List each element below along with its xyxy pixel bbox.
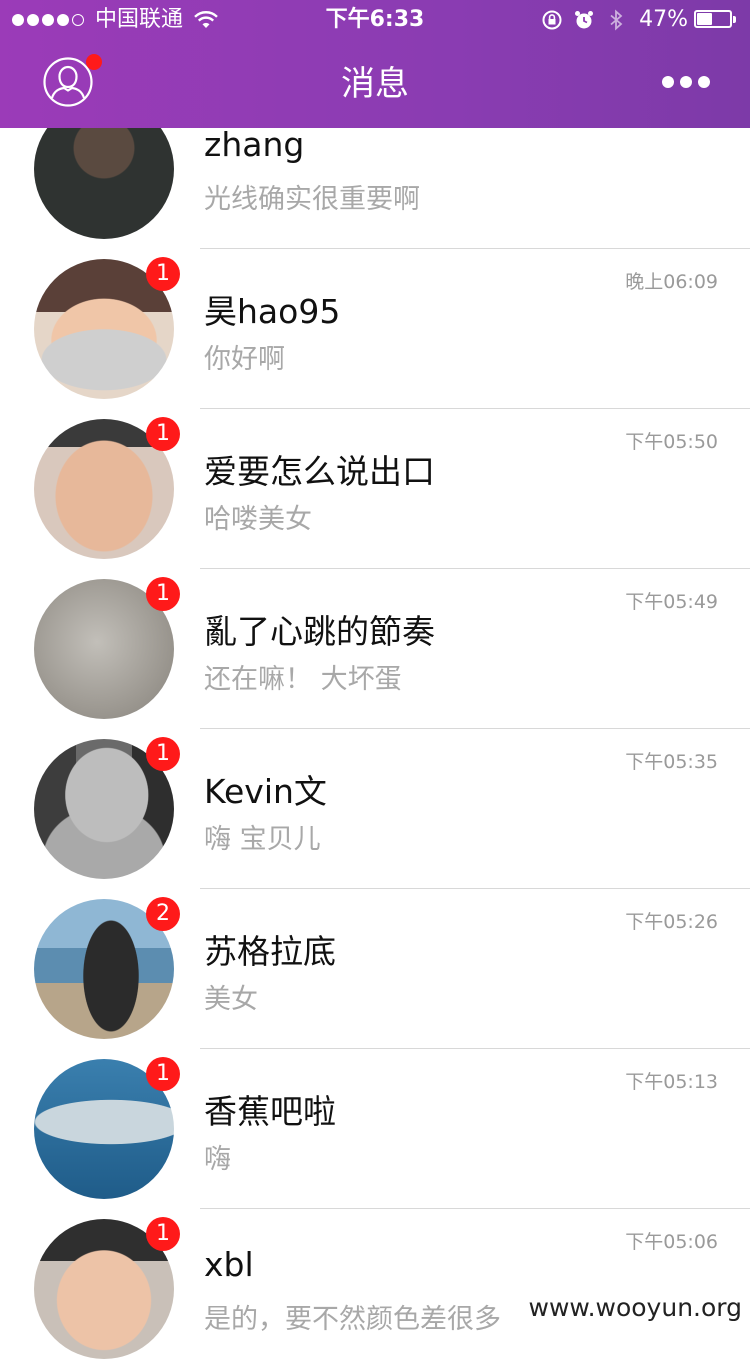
- contact-name: xbl: [204, 1245, 254, 1284]
- alarm-icon: [575, 11, 594, 29]
- message-time: 晚上06:09: [625, 271, 718, 293]
- unread-badge: 1: [146, 1217, 180, 1251]
- message-preview: 美女: [204, 984, 258, 1015]
- message-preview: 嗨 宝贝儿: [204, 824, 321, 855]
- bluetooth-icon: [610, 9, 623, 31]
- message-preview: 嗨: [204, 1144, 231, 1175]
- message-time: 下午05:06: [625, 1231, 718, 1253]
- message-preview: 你好啊: [204, 344, 285, 375]
- message-time: 下午05:13: [625, 1071, 718, 1093]
- message-row[interactable]: 1 下午05:06 xbl 是的，要不然颜色差很多: [0, 1209, 750, 1369]
- watermark-text: www.wooyun.org: [528, 1293, 742, 1322]
- message-preview: 还在嘛！ 大坏蛋: [204, 664, 402, 695]
- page-title: 消息: [341, 64, 409, 104]
- message-row[interactable]: 1 下午05:13 香蕉吧啦 嗨: [0, 1049, 750, 1209]
- rotation-lock-icon: [542, 10, 562, 30]
- contact-name: zhang: [204, 125, 305, 164]
- message-preview: 哈喽美女: [204, 504, 312, 535]
- message-time: 下午05:35: [625, 751, 718, 773]
- unread-badge: 1: [146, 737, 180, 771]
- nav-bar: 消息: [0, 40, 750, 128]
- message-preview: 光线确实很重要啊: [204, 184, 420, 215]
- unread-badge: 1: [146, 257, 180, 291]
- unread-badge: 1: [146, 1057, 180, 1091]
- contact-name: 昊hao95: [204, 292, 341, 331]
- unread-badge: 2: [146, 897, 180, 931]
- contact-name: Kevin文: [204, 772, 327, 811]
- message-preview: 是的，要不然颜色差很多: [204, 1304, 501, 1335]
- message-row[interactable]: 2 下午05:26 苏格拉底 美女: [0, 889, 750, 1049]
- contact-name: 苏格拉底: [204, 932, 336, 971]
- status-bar: 中国联通 下午6:33 47%: [0, 0, 750, 40]
- contact-name: 爱要怎么说出口: [204, 452, 435, 491]
- message-row[interactable]: 1 晚上06:09 昊hao95 你好啊: [0, 249, 750, 409]
- status-right: 47%: [531, 0, 738, 40]
- battery-percent: 47%: [639, 7, 688, 32]
- message-row[interactable]: 1 下午05:50 爱要怎么说出口 哈喽美女: [0, 409, 750, 569]
- message-time: 下午05:50: [625, 431, 718, 453]
- unread-badge: 1: [146, 417, 180, 451]
- contact-name: 亂了心跳的節奏: [204, 612, 435, 651]
- contact-name: 香蕉吧啦: [204, 1092, 336, 1131]
- message-time: 下午05:49: [625, 591, 718, 613]
- more-dots-icon[interactable]: [662, 72, 710, 92]
- message-row[interactable]: 1 下午05:49 亂了心跳的節奏 还在嘛！ 大坏蛋: [0, 569, 750, 729]
- battery-icon: [694, 10, 738, 30]
- message-row[interactable]: 1 下午05:35 Kevin文 嗨 宝贝儿: [0, 729, 750, 889]
- message-time: 下午05:26: [625, 911, 718, 933]
- unread-badge: 1: [146, 577, 180, 611]
- message-list: zhang 光线确实很重要啊 1 晚上06:09 昊hao95 你好啊 1 下午…: [0, 89, 750, 1369]
- header: 中国联通 下午6:33 47% 消息: [0, 0, 750, 128]
